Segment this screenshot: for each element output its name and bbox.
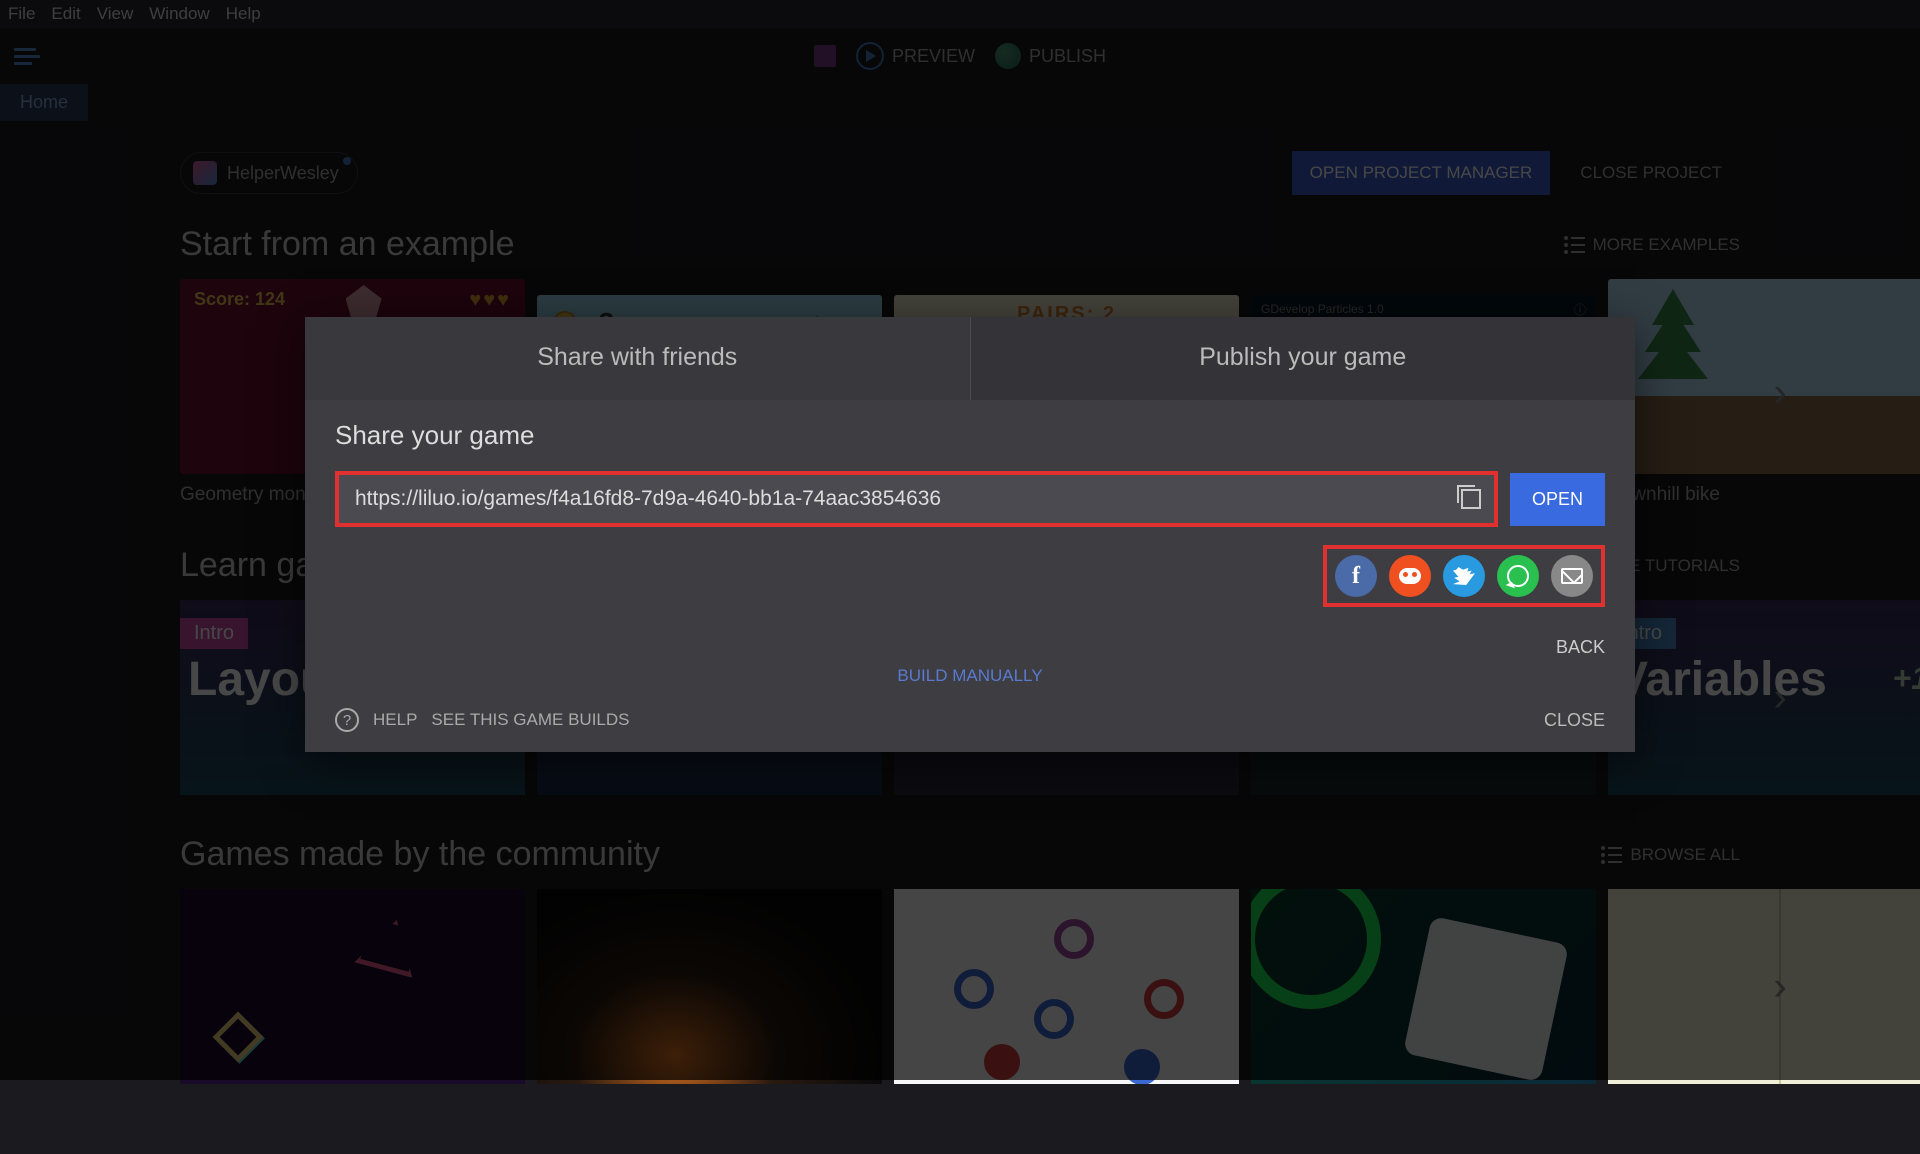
share-dialog: Share with friends Publish your game Sha… (305, 317, 1635, 752)
back-button[interactable]: BACK (1556, 637, 1605, 657)
whatsapp-icon (1507, 565, 1529, 587)
tab-share-friends[interactable]: Share with friends (305, 317, 970, 400)
share-facebook-button[interactable]: f (1335, 555, 1377, 597)
share-reddit-button[interactable] (1389, 555, 1431, 597)
see-builds-link[interactable]: SEE THIS GAME BUILDS (431, 710, 629, 730)
facebook-icon: f (1352, 563, 1360, 590)
copy-url-button[interactable] (1448, 475, 1494, 523)
close-dialog-button[interactable]: CLOSE (1544, 710, 1605, 731)
reddit-icon (1399, 568, 1421, 584)
share-email-button[interactable] (1551, 555, 1593, 597)
copy-icon (1461, 489, 1481, 509)
twitter-icon (1453, 567, 1475, 585)
dialog-title: Share your game (335, 420, 1605, 451)
help-link[interactable]: HELP (373, 710, 417, 730)
tab-publish-game[interactable]: Publish your game (971, 317, 1636, 400)
open-button[interactable]: OPEN (1510, 473, 1605, 526)
social-buttons-highlight: f (1323, 545, 1605, 607)
dialog-tabs: Share with friends Publish your game (305, 317, 1635, 400)
email-icon (1561, 568, 1583, 584)
share-url-input[interactable] (339, 475, 1448, 523)
url-field-highlight (335, 471, 1498, 527)
share-twitter-button[interactable] (1443, 555, 1485, 597)
share-whatsapp-button[interactable] (1497, 555, 1539, 597)
help-icon: ? (335, 708, 359, 732)
build-manually-link[interactable]: BUILD MANUALLY (897, 666, 1042, 685)
